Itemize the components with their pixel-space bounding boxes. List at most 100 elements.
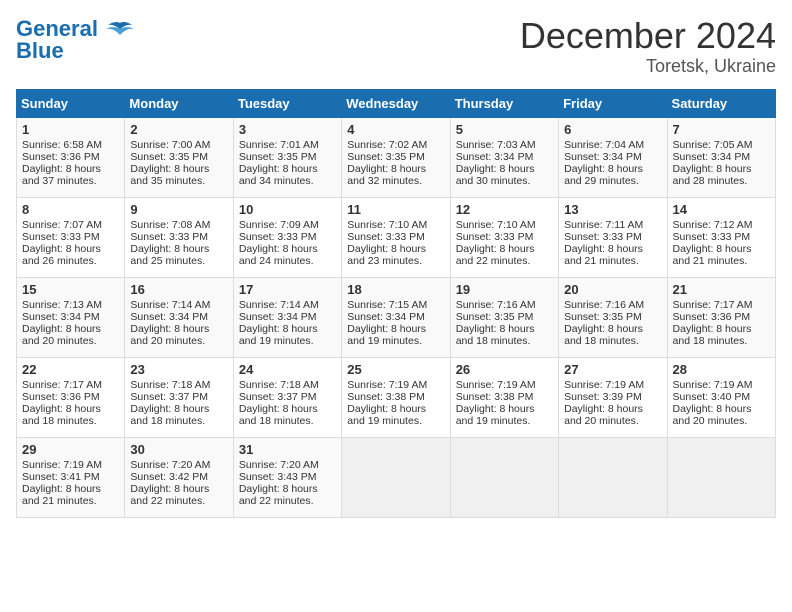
sunrise-text: Sunrise: 7:19 AM: [347, 379, 427, 391]
sunset-text: Sunset: 3:34 PM: [239, 311, 317, 323]
day-number: 21: [673, 282, 770, 297]
calendar-cell: 2Sunrise: 7:00 AMSunset: 3:35 PMDaylight…: [125, 117, 233, 197]
daylight-text: Daylight: 8 hours and 26 minutes.: [22, 243, 101, 267]
calendar-cell: 26Sunrise: 7:19 AMSunset: 3:38 PMDayligh…: [450, 357, 558, 437]
sunset-text: Sunset: 3:33 PM: [347, 231, 425, 243]
day-header-wednesday: Wednesday: [342, 89, 450, 117]
calendar-cell: 13Sunrise: 7:11 AMSunset: 3:33 PMDayligh…: [559, 197, 667, 277]
daylight-text: Daylight: 8 hours and 20 minutes.: [22, 323, 101, 347]
sunrise-text: Sunrise: 7:13 AM: [22, 299, 102, 311]
daylight-text: Daylight: 8 hours and 32 minutes.: [347, 163, 426, 187]
day-header-sunday: Sunday: [17, 89, 125, 117]
calendar-cell: 27Sunrise: 7:19 AMSunset: 3:39 PMDayligh…: [559, 357, 667, 437]
daylight-text: Daylight: 8 hours and 19 minutes.: [456, 403, 535, 427]
sunset-text: Sunset: 3:34 PM: [347, 311, 425, 323]
day-number: 19: [456, 282, 553, 297]
sunrise-text: Sunrise: 7:20 AM: [130, 459, 210, 471]
sunrise-text: Sunrise: 7:01 AM: [239, 139, 319, 151]
sunrise-text: Sunrise: 7:15 AM: [347, 299, 427, 311]
sunrise-text: Sunrise: 7:05 AM: [673, 139, 753, 151]
sunrise-text: Sunrise: 7:19 AM: [22, 459, 102, 471]
sunrise-text: Sunrise: 7:10 AM: [347, 219, 427, 231]
calendar-cell: 14 Sunrise: 7:12 AMSunset: 3:33 PMDayligh…: [667, 197, 775, 277]
daylight-text: Daylight: 8 hours and 37 minutes.: [22, 163, 101, 187]
calendar-cell: 6Sunrise: 7:04 AMSunset: 3:34 PMDaylight…: [559, 117, 667, 197]
sunrise-text: Sunrise: 7:14 AM: [130, 299, 210, 311]
sunset-text: Sunset: 3:35 PM: [347, 151, 425, 163]
sunrise-text: Sunrise: 7:20 AM: [239, 459, 319, 471]
day-number: 17: [239, 282, 336, 297]
daylight-text: Daylight: 8 hours and 18 minutes.: [456, 323, 535, 347]
sunset-text: Sunset: 3:33 PM: [130, 231, 208, 243]
calendar-cell: 18Sunrise: 7:15 AMSunset: 3:34 PMDayligh…: [342, 277, 450, 357]
calendar-cell: [559, 437, 667, 517]
day-number: 18: [347, 282, 444, 297]
day-number: 15: [22, 282, 119, 297]
calendar-cell: 15Sunrise: 7:13 AMSunset: 3:34 PMDayligh…: [17, 277, 125, 357]
day-number: 25: [347, 362, 444, 377]
daylight-text: Daylight: 8 hours and 34 minutes.: [239, 163, 318, 187]
daylight-text: Daylight: 8 hours and 21 minutes.: [22, 483, 101, 507]
daylight-text: Daylight: 8 hours and 20 minutes.: [564, 403, 643, 427]
daylight-text: Daylight: 8 hours and 22 minutes.: [456, 243, 535, 267]
sunset-text: Sunset: 3:39 PM: [564, 391, 642, 403]
sunset-text: Sunset: 3:33 PM: [564, 231, 642, 243]
days-header-row: SundayMondayTuesdayWednesdayThursdayFrid…: [17, 89, 776, 117]
sunset-text: Sunset: 3:41 PM: [22, 471, 100, 483]
sunset-text: Sunset: 3:34 PM: [130, 311, 208, 323]
sunset-text: Sunset: 3:34 PM: [456, 151, 534, 163]
sunset-text: Sunset: 3:36 PM: [673, 311, 751, 323]
day-header-tuesday: Tuesday: [233, 89, 341, 117]
calendar-cell: 4Sunrise: 7:02 AMSunset: 3:35 PMDaylight…: [342, 117, 450, 197]
calendar-cell: 8Sunrise: 7:07 AMSunset: 3:33 PMDaylight…: [17, 197, 125, 277]
sunset-text: Sunset: 3:36 PM: [22, 391, 100, 403]
sunset-text: Sunset: 3:37 PM: [130, 391, 208, 403]
daylight-text: Daylight: 8 hours and 21 minutes.: [673, 243, 752, 267]
logo-bird-icon: [106, 21, 134, 39]
sunset-text: Sunset: 3:35 PM: [456, 311, 534, 323]
day-number: 8: [22, 202, 119, 217]
sunrise-text: Sunrise: 7:02 AM: [347, 139, 427, 151]
day-number: 3: [239, 122, 336, 137]
title-block: December 2024 Toretsk, Ukraine: [520, 16, 776, 77]
sunrise-text: Sunrise: 7:09 AM: [239, 219, 319, 231]
daylight-text: Daylight: 8 hours and 18 minutes.: [673, 323, 752, 347]
day-header-monday: Monday: [125, 89, 233, 117]
daylight-text: Daylight: 8 hours and 20 minutes.: [673, 403, 752, 427]
sunrise-text: Sunrise: 7:00 AM: [130, 139, 210, 151]
day-number: 24: [239, 362, 336, 377]
day-number: 6: [564, 122, 661, 137]
day-number: 13: [564, 202, 661, 217]
logo: General Blue: [16, 16, 134, 64]
calendar-cell: 5Sunrise: 7:03 AMSunset: 3:34 PMDaylight…: [450, 117, 558, 197]
calendar-cell: 22Sunrise: 7:17 AMSunset: 3:36 PMDayligh…: [17, 357, 125, 437]
sunset-text: Sunset: 3:43 PM: [239, 471, 317, 483]
calendar-cell: 25Sunrise: 7:19 AMSunset: 3:38 PMDayligh…: [342, 357, 450, 437]
calendar-cell: 29Sunrise: 7:19 AMSunset: 3:41 PMDayligh…: [17, 437, 125, 517]
calendar-cell: 20Sunrise: 7:16 AMSunset: 3:35 PMDayligh…: [559, 277, 667, 357]
sunrise-text: Sunrise: 7:12 AM: [673, 219, 753, 231]
sunrise-text: Sunrise: 7:19 AM: [456, 379, 536, 391]
calendar-cell: 28Sunrise: 7:19 AMSunset: 3:40 PMDayligh…: [667, 357, 775, 437]
daylight-text: Daylight: 8 hours and 18 minutes.: [564, 323, 643, 347]
calendar-title: December 2024: [520, 16, 776, 56]
sunrise-text: Sunrise: 7:18 AM: [130, 379, 210, 391]
day-number: 16: [130, 282, 227, 297]
sunset-text: Sunset: 3:35 PM: [130, 151, 208, 163]
calendar-cell: [342, 437, 450, 517]
calendar-cell: 9Sunrise: 7:08 AMSunset: 3:33 PMDaylight…: [125, 197, 233, 277]
calendar-cell: 10Sunrise: 7:09 AMSunset: 3:33 PMDayligh…: [233, 197, 341, 277]
sunset-text: Sunset: 3:38 PM: [456, 391, 534, 403]
day-number: 14: [673, 202, 770, 217]
sunrise-text: Sunrise: 7:11 AM: [564, 219, 643, 231]
sunrise-text: Sunrise: 7:08 AM: [130, 219, 210, 231]
day-number: 2: [130, 122, 227, 137]
calendar-cell: 3Sunrise: 7:01 AMSunset: 3:35 PMDaylight…: [233, 117, 341, 197]
sunset-text: Sunset: 3:33 PM: [673, 231, 751, 243]
sunset-text: Sunset: 3:33 PM: [239, 231, 317, 243]
calendar-cell: 30Sunrise: 7:20 AMSunset: 3:42 PMDayligh…: [125, 437, 233, 517]
calendar-cell: 12Sunrise: 7:10 AMSunset: 3:33 PMDayligh…: [450, 197, 558, 277]
daylight-text: Daylight: 8 hours and 22 minutes.: [239, 483, 318, 507]
day-number: 28: [673, 362, 770, 377]
week-row-4: 22Sunrise: 7:17 AMSunset: 3:36 PMDayligh…: [17, 357, 776, 437]
